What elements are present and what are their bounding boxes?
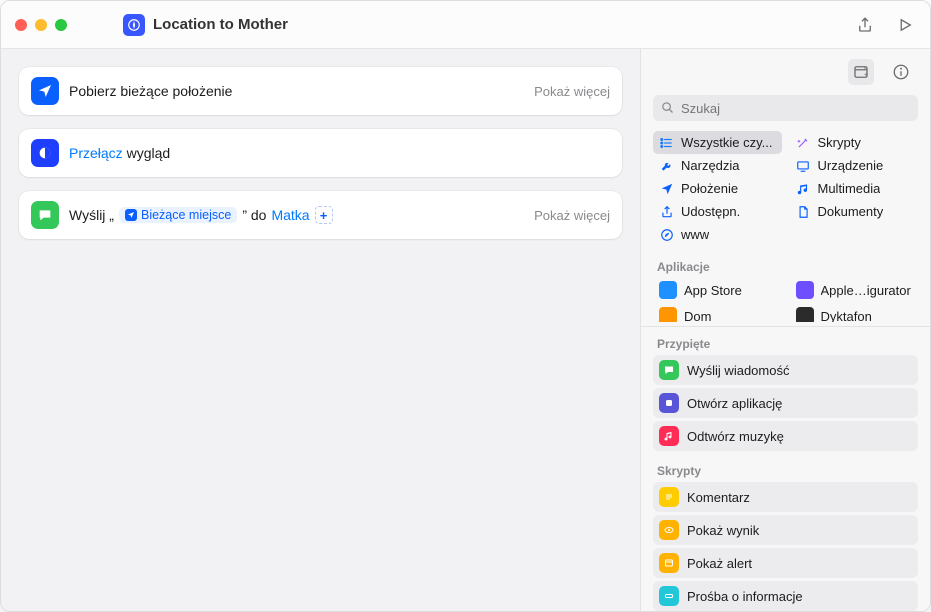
- add-recipient-button[interactable]: +: [315, 206, 333, 224]
- window-title: Location to Mother: [153, 16, 854, 33]
- divider: [641, 326, 930, 327]
- app-icon: [796, 281, 814, 299]
- info-tab-button[interactable]: [888, 59, 914, 85]
- script-show-alert[interactable]: Pokaż alert: [653, 548, 918, 578]
- script-comment[interactable]: Komentarz: [653, 482, 918, 512]
- app-icon: [796, 307, 814, 322]
- app-home[interactable]: Dom: [653, 304, 782, 322]
- app-configurator[interactable]: Apple…igurator: [790, 278, 919, 302]
- lines-icon: [659, 487, 679, 507]
- script-show-result[interactable]: Pokaż wynik: [653, 515, 918, 545]
- music-icon: [659, 426, 679, 446]
- category-documents[interactable]: Dokumenty: [790, 200, 919, 223]
- action-label: Wyślij „ Bieżące miejsce ” do Matka +: [69, 206, 333, 224]
- traffic-lights: [15, 19, 67, 31]
- message-icon: [659, 360, 679, 380]
- variable-token-current-location[interactable]: Bieżące miejsce: [119, 207, 237, 223]
- category-tools[interactable]: Narzędzia: [653, 154, 782, 177]
- action-send-message[interactable]: Wyślij „ Bieżące miejsce ” do Matka + Po…: [19, 191, 622, 239]
- app-icon: [659, 307, 677, 322]
- list-icon: [659, 135, 674, 150]
- search-field-wrapper: [653, 95, 918, 121]
- library-sidebar: + Wszystkie czy... Skrypty: [640, 49, 930, 611]
- action-editor: Pobierz bieżące położenie Pokaż więcej P…: [1, 49, 640, 611]
- message-icon: [31, 201, 59, 229]
- app-voicememos[interactable]: Dyktafon: [790, 304, 919, 322]
- pinned-send-message[interactable]: Wyślij wiadomość: [653, 355, 918, 385]
- library-tab-button[interactable]: +: [848, 59, 874, 85]
- music-icon: [796, 181, 811, 196]
- show-more-link[interactable]: Pokaż więcej: [534, 84, 610, 99]
- appearance-icon: [31, 139, 59, 167]
- search-icon: [660, 100, 675, 115]
- alert-icon: [659, 553, 679, 573]
- action-toggle-appearance[interactable]: Przełącz wygląd: [19, 129, 622, 177]
- device-icon: [796, 158, 811, 173]
- category-location[interactable]: Położenie: [653, 177, 782, 200]
- action-get-current-location[interactable]: Pobierz bieżące położenie Pokaż więcej: [19, 67, 622, 115]
- app-icon: [659, 281, 677, 299]
- action-label: Przełącz wygląd: [69, 145, 170, 161]
- run-button[interactable]: [894, 14, 916, 36]
- share-button[interactable]: [854, 14, 876, 36]
- shortcuts-window: Location to Mother Pobierz bieżące położ…: [0, 0, 931, 612]
- wrench-icon: [659, 158, 674, 173]
- category-all-actions[interactable]: Wszystkie czy...: [653, 131, 782, 154]
- category-device[interactable]: Urządzenie: [790, 154, 919, 177]
- category-sharing[interactable]: Udostępn.: [653, 200, 782, 223]
- app-icon: [659, 393, 679, 413]
- input-icon: [659, 586, 679, 606]
- category-media[interactable]: Multimedia: [790, 177, 919, 200]
- safari-icon: [659, 227, 674, 242]
- share-icon: [659, 204, 674, 219]
- zoom-window-button[interactable]: [55, 19, 67, 31]
- app-appstore[interactable]: App Store: [653, 278, 782, 302]
- minimize-window-button[interactable]: [35, 19, 47, 31]
- shortcut-icon: [123, 14, 145, 36]
- search-input[interactable]: [653, 95, 918, 121]
- wand-icon: [796, 135, 811, 150]
- titlebar: Location to Mother: [1, 1, 930, 49]
- script-ask-input[interactable]: Prośba o informacje: [653, 581, 918, 611]
- location-arrow-icon: [659, 181, 674, 196]
- pinned-open-app[interactable]: Otwórz aplikację: [653, 388, 918, 418]
- doc-icon: [796, 204, 811, 219]
- apps-grid: App Store Apple…igurator Dom Dyktafon: [641, 278, 930, 322]
- eye-icon: [659, 520, 679, 540]
- category-web[interactable]: www: [653, 223, 782, 246]
- category-grid: Wszystkie czy... Skrypty Narzędzia Urząd…: [641, 129, 930, 254]
- location-arrow-icon: [31, 77, 59, 105]
- action-param-toggle[interactable]: Przełącz: [69, 145, 123, 161]
- close-window-button[interactable]: [15, 19, 27, 31]
- action-label: Pobierz bieżące położenie: [69, 83, 232, 99]
- category-scripting[interactable]: Skrypty: [790, 131, 919, 154]
- pinned-list: Wyślij wiadomość Otwórz aplikację Odtwór…: [641, 355, 930, 458]
- recipient-param[interactable]: Matka: [271, 207, 309, 223]
- location-arrow-icon: [125, 209, 137, 221]
- section-header-scripts: Skrypty: [641, 458, 930, 482]
- show-more-link[interactable]: Pokaż więcej: [534, 208, 610, 223]
- scripts-list: Komentarz Pokaż wynik Pokaż alert Prośba…: [641, 482, 930, 611]
- pinned-play-music[interactable]: Odtwórz muzykę: [653, 421, 918, 451]
- section-header-pinned: Przypięte: [641, 331, 930, 355]
- svg-text:+: +: [864, 72, 868, 79]
- section-header-apps: Aplikacje: [641, 254, 930, 278]
